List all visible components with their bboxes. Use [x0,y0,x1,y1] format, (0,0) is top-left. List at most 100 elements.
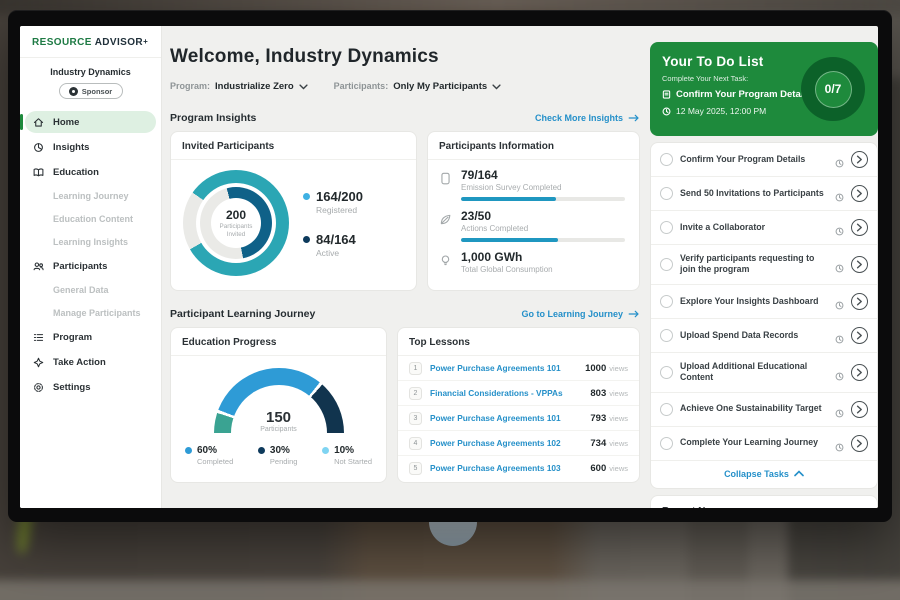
arrow-right-icon [628,114,640,122]
clock-icon [835,368,844,377]
arrow-right-icon [628,310,640,318]
task-label: Complete Your Learning Journey [680,437,828,448]
leaf-icon [438,212,453,227]
clock-icon [835,223,844,232]
info-value: 23/50 [461,209,528,223]
lesson-views: 734 [590,438,606,449]
lesson-link[interactable]: Power Purchase Agreements 103 [430,463,590,473]
participants-select[interactable]: Participants: Only My Participants [334,77,502,95]
task-row-verify-participants[interactable]: Verify participants requesting to join t… [651,245,877,285]
sidebar-item-insights[interactable]: Insights [25,136,156,158]
sidebar-item-general-data[interactable]: General Data [25,280,156,300]
legend-dot [258,447,265,454]
info-item-actions: 23/50 Actions Completed [428,201,639,242]
card-title: Top Lessons [398,328,639,356]
sidebar-item-home[interactable]: Home [25,111,156,133]
page-title: Welcome, Industry Dynamics [170,46,640,68]
info-item-survey: 79/164 Emission Survey Completed [428,160,639,201]
task-checkbox[interactable] [660,221,673,234]
task-checkbox[interactable] [660,295,673,308]
task-checkbox[interactable] [660,437,673,450]
card-title: Invited Participants [171,132,416,160]
task-row-achieve-target[interactable]: Achieve One Sustainability Target [651,393,877,427]
sidebar-item-label: Education [53,167,99,178]
sidebar-item-learning-insights[interactable]: Learning Insights [25,232,156,252]
sidebar-item-label: Take Action [53,357,106,368]
lesson-views: 600 [590,463,606,474]
clock-icon [662,107,671,116]
views-suffix: views [609,464,628,473]
sidebar-item-manage-participants[interactable]: Manage Participants [25,303,156,323]
task-open-button[interactable] [851,185,868,202]
task-row-invite-collaborator[interactable]: Invite a Collaborator [651,211,877,245]
lesson-row: 2 Financial Considerations - VPPAs 803 v… [398,381,639,406]
section-title: Participant Learning Journey [170,308,315,320]
sidebar-item-label: Participants [53,261,107,272]
donut-chart: 200 Participants Invited [183,170,289,276]
legend-label: Pending [270,457,298,466]
recent-news-title: Recent News [651,496,877,508]
task-checkbox[interactable] [660,258,673,271]
sidebar-item-learning-journey[interactable]: Learning Journey [25,186,156,206]
task-checkbox[interactable] [660,187,673,200]
card-title: Participants Information [428,132,639,160]
task-row-upload-educational-content[interactable]: Upload Additional Educational Content [651,353,877,393]
sidebar-item-settings[interactable]: Settings [25,376,156,398]
info-label: Actions Completed [461,224,528,233]
task-checkbox[interactable] [660,366,673,379]
lesson-link[interactable]: Power Purchase Agreements 102 [430,438,590,448]
sidebar-item-label: Manage Participants [53,308,141,318]
brand-part1: RESOURCE [32,37,92,48]
task-row-confirm-program[interactable]: Confirm Your Program Details [651,143,877,177]
scene: RESOURCE ADVISOR+ Industry Dynamics Spon… [0,0,900,600]
lesson-link[interactable]: Financial Considerations - VPPAs [430,388,590,398]
task-label: Invite a Collaborator [680,222,828,233]
task-row-send-invitations[interactable]: Send 50 Invitations to Participants [651,177,877,211]
clock-icon [835,405,844,414]
task-checkbox[interactable] [660,329,673,342]
home-icon [32,116,45,129]
task-open-button[interactable] [851,401,868,418]
task-checkbox[interactable] [660,403,673,416]
sidebar-item-participants[interactable]: Participants [25,255,156,277]
program-select[interactable]: Program: Industrialize Zero [170,77,308,95]
task-row-upload-spend-data[interactable]: Upload Spend Data Records [651,319,877,353]
task-row-complete-learning-journey[interactable]: Complete Your Learning Journey [651,427,877,461]
info-label: Emission Survey Completed [461,183,561,192]
task-row-explore-insights[interactable]: Explore Your Insights Dashboard [651,285,877,319]
collapse-tasks-link[interactable]: Collapse Tasks [651,461,877,488]
task-open-button[interactable] [851,219,868,236]
gauge-center: 150 Participants [214,409,344,433]
sidebar-item-label: Program [53,332,92,343]
legend-dot [303,236,310,243]
check-more-insights-link[interactable]: Check More Insights [535,113,640,123]
legend-value: 60% [197,445,233,456]
org-name: Industry Dynamics [20,67,161,77]
sidebar-item-education-content[interactable]: Education Content [25,209,156,229]
top-lessons-card: Top Lessons 1 Power Purchase Agreements … [397,327,640,483]
sidebar-item-education[interactable]: Education [25,161,156,183]
task-open-button[interactable] [851,435,868,452]
task-open-button[interactable] [851,364,868,381]
legend-value: 10% [334,445,372,456]
task-open-button[interactable] [851,256,868,273]
document-icon [662,90,671,99]
sidebar-item-program[interactable]: Program [25,326,156,348]
sidebar: RESOURCE ADVISOR+ Industry Dynamics Spon… [20,26,162,508]
sidebar-item-take-action[interactable]: Take Action [25,351,156,373]
go-to-learning-journey-link[interactable]: Go to Learning Journey [521,309,640,319]
monitor-bezel: RESOURCE ADVISOR+ Industry Dynamics Spon… [8,10,892,522]
task-open-button[interactable] [851,293,868,310]
sponsor-icon [69,87,78,96]
todo-due-label: 12 May 2025, 12:00 PM [676,106,766,116]
lesson-row: 3 Power Purchase Agreements 101 793 view… [398,406,639,431]
legend-label: Registered [316,205,363,215]
views-suffix: views [609,364,628,373]
lesson-link[interactable]: Power Purchase Agreements 101 [430,363,585,373]
task-open-button[interactable] [851,327,868,344]
lesson-link[interactable]: Power Purchase Agreements 101 [430,413,590,423]
task-open-button[interactable] [851,151,868,168]
action-spark-icon [32,356,45,369]
task-checkbox[interactable] [660,153,673,166]
lesson-row: 1 Power Purchase Agreements 101 1000 vie… [398,356,639,381]
